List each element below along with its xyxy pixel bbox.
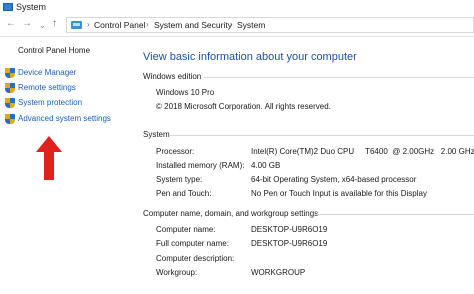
chevron-right-icon[interactable]: ›	[87, 20, 90, 29]
shield-icon	[5, 98, 15, 108]
navigation-bar: ← → ⌄ ↑ › Control Panel › System and Sec…	[0, 14, 474, 37]
main-content: View basic information about your comput…	[134, 36, 474, 294]
pen-touch-label: Pen and Touch:	[156, 189, 212, 198]
page-title: View basic information about your comput…	[143, 51, 357, 63]
control-panel-home-link[interactable]: Control Panel Home	[18, 46, 90, 55]
copyright-text: © 2018 Microsoft Corporation. All rights…	[156, 102, 331, 111]
sidebar-item-label[interactable]: Device Manager	[18, 68, 76, 77]
system-type-label: System type:	[156, 175, 203, 184]
breadcrumb-system[interactable]: System	[237, 20, 265, 30]
address-bar[interactable]: › Control Panel › System and Security › …	[66, 17, 474, 33]
section-title-windows-edition: Windows edition	[143, 72, 202, 81]
windows-edition-name: Windows 10 Pro	[156, 88, 215, 97]
red-arrow-up-icon	[36, 136, 62, 180]
section-divider	[204, 77, 474, 78]
processor-label: Processor:	[156, 147, 195, 156]
title-bar: System	[0, 0, 474, 14]
computer-name-value: DESKTOP-U9R6O19	[251, 225, 328, 234]
section-divider	[315, 214, 474, 215]
section-title-computer-name: Computer name, domain, and workgroup set…	[143, 209, 319, 218]
breadcrumb-control-panel[interactable]: Control Panel	[94, 20, 146, 30]
control-panel-icon	[71, 21, 82, 29]
sidebar: Control Panel Home Device Manager Remote…	[0, 36, 128, 294]
system-type-value: 64-bit Operating System, x64-based proce…	[251, 175, 417, 184]
section-title-system: System	[143, 130, 170, 139]
sidebar-item-label[interactable]: Advanced system settings	[18, 114, 111, 123]
pen-touch-value: No Pen or Touch Input is available for t…	[251, 189, 427, 198]
sidebar-item-label[interactable]: System protection	[18, 98, 82, 107]
chevron-right-icon[interactable]: ›	[146, 20, 149, 29]
section-divider	[170, 135, 474, 136]
shield-icon	[5, 83, 15, 93]
breadcrumb-system-and-security[interactable]: System and Security	[154, 20, 232, 30]
sidebar-item-label[interactable]: Remote settings	[18, 83, 76, 92]
back-arrow-icon[interactable]: ←	[6, 18, 16, 30]
recent-dropdown-icon[interactable]: ⌄	[39, 20, 46, 32]
shield-icon	[5, 114, 15, 124]
system-window-icon	[3, 3, 13, 11]
chevron-right-icon[interactable]: ›	[230, 20, 233, 29]
computer-name-label: Computer name:	[156, 225, 216, 234]
processor-value: Intel(R) Core(TM)2 Duo CPU T6400 @ 2.00G…	[251, 147, 474, 156]
arrow-shaft	[44, 151, 54, 180]
shield-icon	[5, 68, 15, 78]
computer-description-label: Computer description:	[156, 254, 235, 263]
memory-label: Installed memory (RAM):	[156, 161, 245, 170]
window-title: System	[16, 2, 47, 12]
forward-arrow-icon[interactable]: →	[22, 18, 32, 30]
full-computer-name-value: DESKTOP-U9R6O19	[251, 239, 328, 248]
workgroup-label: Workgroup:	[156, 268, 198, 277]
workgroup-value: WORKGROUP	[251, 268, 306, 277]
memory-value: 4.00 GB	[251, 161, 281, 170]
full-computer-name-label: Full computer name:	[156, 239, 229, 248]
arrow-head	[36, 136, 62, 152]
up-arrow-icon[interactable]: ↑	[52, 18, 57, 30]
